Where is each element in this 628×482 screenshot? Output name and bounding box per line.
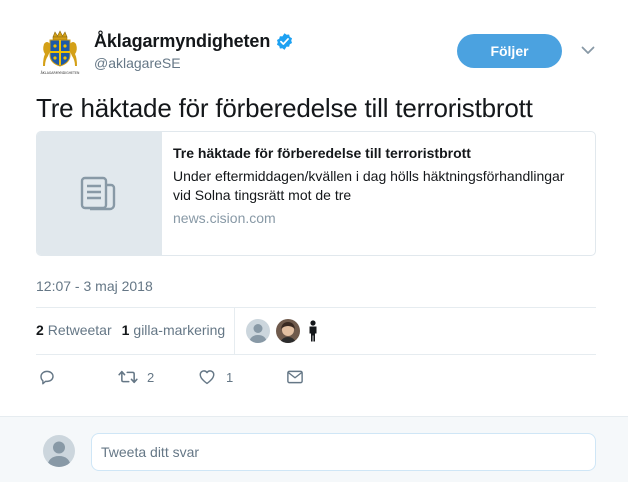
card-description-line: Under eftermiddagen/kvällen i dag hölls … <box>173 168 565 184</box>
retweets-label: Retweetar <box>47 322 112 338</box>
retweets-count: 2 <box>36 322 44 338</box>
retweets-stat[interactable]: 2 Retweetar <box>36 322 112 338</box>
coat-of-arms-logo: ÅKLAGARMYNDIGHETEN <box>41 30 80 75</box>
default-avatar-icon <box>246 319 270 343</box>
card-domain: news.cision.com <box>173 210 276 226</box>
account-name[interactable]: Åklagarmyndigheten <box>94 31 294 52</box>
retweet-action[interactable]: 2 <box>118 368 198 386</box>
card-title[interactable]: Tre häktade för förberedelse till terror… <box>173 145 585 161</box>
card-body[interactable]: Tre häktade för förberedelse till terror… <box>162 132 595 255</box>
verified-badge-icon <box>277 33 293 50</box>
stats-separator <box>234 308 235 354</box>
card-thumbnail <box>37 132 162 255</box>
person-silhouette-icon[interactable] <box>306 320 320 342</box>
envelope-icon <box>287 370 303 384</box>
like-action[interactable]: 1 <box>198 368 286 386</box>
retweet-icon <box>118 370 138 384</box>
liker-avatar[interactable] <box>276 319 300 343</box>
reply-input[interactable]: Tweeta ditt svar <box>91 433 596 471</box>
link-card[interactable]: Tre häktade för förberedelse till terror… <box>36 131 596 256</box>
svg-text:ÅKLAGARMYNDIGHETEN: ÅKLAGARMYNDIGHETEN <box>41 70 80 75</box>
account-handle[interactable]: @aklagareSE <box>94 55 181 71</box>
card-description: Under eftermiddagen/kvällen i dag hölls … <box>173 167 585 205</box>
reply-action[interactable] <box>38 368 118 386</box>
direct-message-action[interactable] <box>286 368 304 386</box>
likes-stat[interactable]: 1 gilla-markering <box>122 322 226 338</box>
tweet-stats: 2 Retweetar 1 gilla-markering <box>36 322 235 338</box>
likes-count: 1 <box>121 322 130 338</box>
likes-label: gilla-markering <box>133 322 226 338</box>
current-user-avatar <box>43 435 75 467</box>
tweet-actions: 2 1 <box>38 368 304 386</box>
tweet-text: Tre häktade för förberedelse till terror… <box>36 93 533 123</box>
chevron-down-icon[interactable] <box>580 42 596 58</box>
like-count: 1 <box>226 369 234 385</box>
divider <box>36 307 596 308</box>
divider <box>36 354 596 355</box>
heart-icon <box>199 370 215 385</box>
card-description-line: vid Solna tingsrätt mot de tre <box>173 187 352 203</box>
document-icon <box>80 176 116 210</box>
likers-avatars <box>246 319 320 343</box>
retweet-count: 2 <box>147 369 155 385</box>
tweet-timestamp[interactable]: 12:07 - 3 maj 2018 <box>36 278 153 294</box>
reply-icon <box>40 370 54 385</box>
default-avatar-icon <box>43 435 75 467</box>
account-fullname[interactable]: Åklagarmyndigheten <box>94 31 270 52</box>
following-button[interactable]: Följer <box>457 34 562 68</box>
account-avatar[interactable]: ÅKLAGARMYNDIGHETEN <box>36 28 84 76</box>
reply-composer: Tweeta ditt svar <box>0 416 628 482</box>
liker-avatar[interactable] <box>246 319 270 343</box>
user-photo-avatar <box>276 319 300 343</box>
tweet-container: ÅKLAGARMYNDIGHETEN Åklagarmyndigheten @a… <box>0 0 628 416</box>
